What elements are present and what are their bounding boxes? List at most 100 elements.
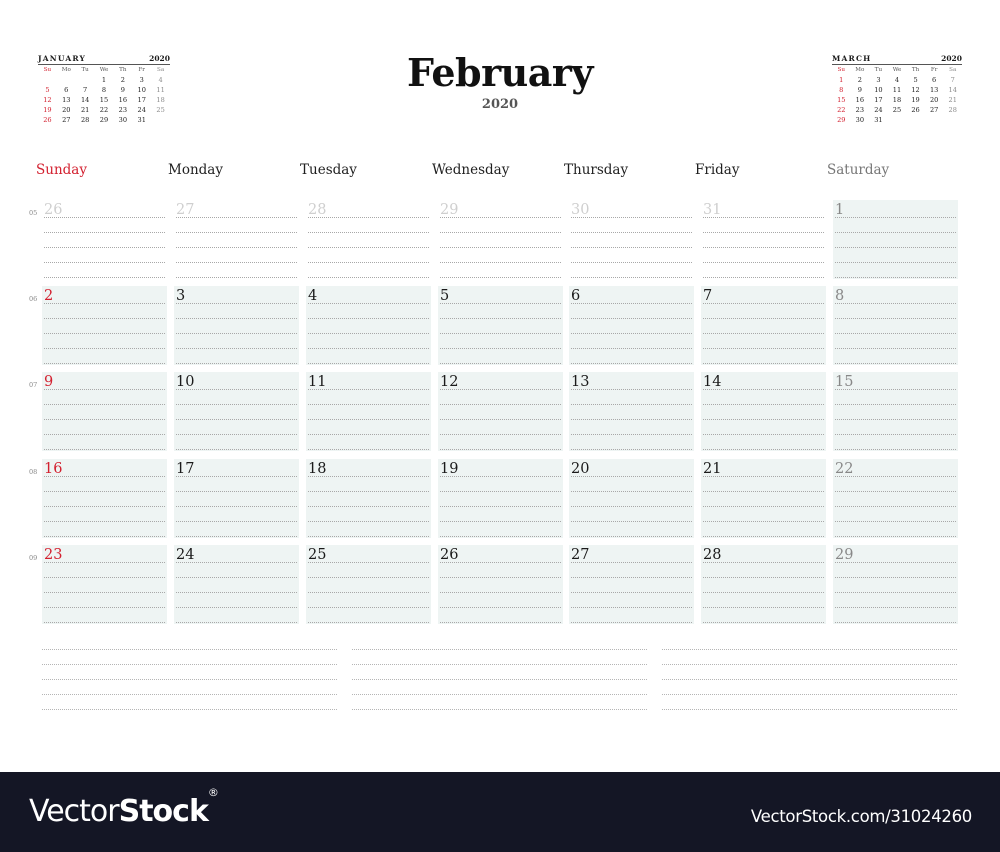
writing-line xyxy=(308,404,429,405)
writing-line xyxy=(571,449,692,450)
writing-line xyxy=(571,419,692,420)
day-cell[interactable]: 7 xyxy=(701,286,826,365)
mini-day xyxy=(943,115,962,125)
day-cell[interactable]: 8 xyxy=(833,286,958,365)
writing-line xyxy=(44,577,165,578)
writing-line xyxy=(44,363,165,364)
writing-line xyxy=(44,434,165,435)
writing-line xyxy=(176,333,297,334)
notes-column[interactable] xyxy=(42,648,337,713)
writing-line xyxy=(308,389,429,390)
mini-day: 17 xyxy=(874,96,883,104)
writing-line xyxy=(571,247,692,248)
mini-dow-label: We xyxy=(892,67,902,73)
writing-line xyxy=(440,277,561,278)
day-cell[interactable]: 31 xyxy=(701,200,826,279)
day-cell[interactable]: 2 xyxy=(42,286,167,365)
day-cell[interactable]: 28 xyxy=(701,545,826,624)
day-cell[interactable]: 28 xyxy=(306,200,431,279)
day-cell[interactable]: 20 xyxy=(569,459,694,538)
day-cell[interactable]: 26 xyxy=(42,200,167,279)
writing-line xyxy=(835,247,956,248)
writing-line xyxy=(571,333,692,334)
mini-year-label: 2020 xyxy=(941,54,962,63)
notes-column[interactable] xyxy=(662,648,957,713)
writing-line xyxy=(835,577,956,578)
day-cell[interactable]: 16 xyxy=(42,459,167,538)
writing-line xyxy=(835,348,956,349)
day-cell[interactable]: 27 xyxy=(174,200,299,279)
notes-line xyxy=(352,664,647,665)
writing-line xyxy=(440,607,561,608)
day-cell[interactable]: 23 xyxy=(42,545,167,624)
writing-line xyxy=(44,333,165,334)
writing-line xyxy=(176,389,297,390)
writing-line xyxy=(44,232,165,233)
day-cell[interactable]: 3 xyxy=(174,286,299,365)
mini-day: 18 xyxy=(892,96,902,104)
week-number: 06 xyxy=(29,295,38,303)
day-cell[interactable]: 13 xyxy=(569,372,694,451)
day-cell[interactable]: 9 xyxy=(42,372,167,451)
day-cell[interactable]: 21 xyxy=(701,459,826,538)
writing-line xyxy=(703,247,824,248)
writing-line xyxy=(44,449,165,450)
mini-day: 30 xyxy=(855,116,865,124)
writing-line xyxy=(703,476,824,477)
notes-line xyxy=(662,679,957,680)
vectorstock-logo: VectorStock® xyxy=(29,786,219,829)
day-cell[interactable]: 5 xyxy=(438,286,563,365)
day-cell[interactable]: 1 xyxy=(833,200,958,279)
writing-line xyxy=(703,389,824,390)
mini-day: 30 xyxy=(118,116,128,124)
writing-line xyxy=(440,592,561,593)
mini-day: 15 xyxy=(837,96,846,104)
day-cell[interactable]: 17 xyxy=(174,459,299,538)
day-cell[interactable]: 11 xyxy=(306,372,431,451)
day-cell[interactable]: 30 xyxy=(569,200,694,279)
day-cell[interactable]: 22 xyxy=(833,459,958,538)
writing-line xyxy=(308,592,429,593)
day-cell[interactable]: 29 xyxy=(438,200,563,279)
writing-line xyxy=(308,262,429,263)
day-cell[interactable]: 27 xyxy=(569,545,694,624)
day-cell[interactable]: 18 xyxy=(306,459,431,538)
notes-column[interactable] xyxy=(352,648,647,713)
day-cell[interactable]: 6 xyxy=(569,286,694,365)
brand-thin: Vector xyxy=(29,794,120,829)
mini-calendar-next-month: MARCH 2020 Su Mo Tu We Th Fr Sa 1 2 3 4 5 6 7 8 9 10 11 12… xyxy=(832,54,962,125)
writing-line xyxy=(703,217,824,218)
writing-line xyxy=(308,577,429,578)
day-cell[interactable]: 10 xyxy=(174,372,299,451)
writing-line xyxy=(440,506,561,507)
writing-line xyxy=(176,449,297,450)
writing-line xyxy=(835,262,956,263)
mini-day: 4 xyxy=(894,76,900,84)
notes-line xyxy=(352,694,647,695)
mini-day: 3 xyxy=(876,76,881,84)
writing-line xyxy=(571,389,692,390)
day-cell[interactable]: 19 xyxy=(438,459,563,538)
day-cell[interactable]: 15 xyxy=(833,372,958,451)
mini-dow-label: Th xyxy=(911,67,920,73)
writing-line xyxy=(176,562,297,563)
writing-line xyxy=(571,434,692,435)
day-cell[interactable]: 14 xyxy=(701,372,826,451)
day-cell[interactable]: 4 xyxy=(306,286,431,365)
writing-line xyxy=(440,476,561,477)
mini-day: 16 xyxy=(855,96,865,104)
writing-line xyxy=(176,592,297,593)
day-cell[interactable]: 25 xyxy=(306,545,431,624)
notes-line xyxy=(662,649,957,650)
day-cell[interactable]: 26 xyxy=(438,545,563,624)
weekday-saturday: Saturday xyxy=(827,162,890,178)
writing-line xyxy=(176,262,297,263)
day-cell[interactable]: 12 xyxy=(438,372,563,451)
day-cell[interactable]: 29 xyxy=(833,545,958,624)
writing-line xyxy=(308,303,429,304)
writing-line xyxy=(835,506,956,507)
mini-calendar-grid: Su Mo Tu We Th Fr Sa 1 2 3 4 5 6 7 8 9 10 11 12 13 14 15 16 17 1… xyxy=(832,66,962,125)
day-cell[interactable]: 24 xyxy=(174,545,299,624)
notes-line xyxy=(662,694,957,695)
mini-day: 11 xyxy=(892,86,902,94)
